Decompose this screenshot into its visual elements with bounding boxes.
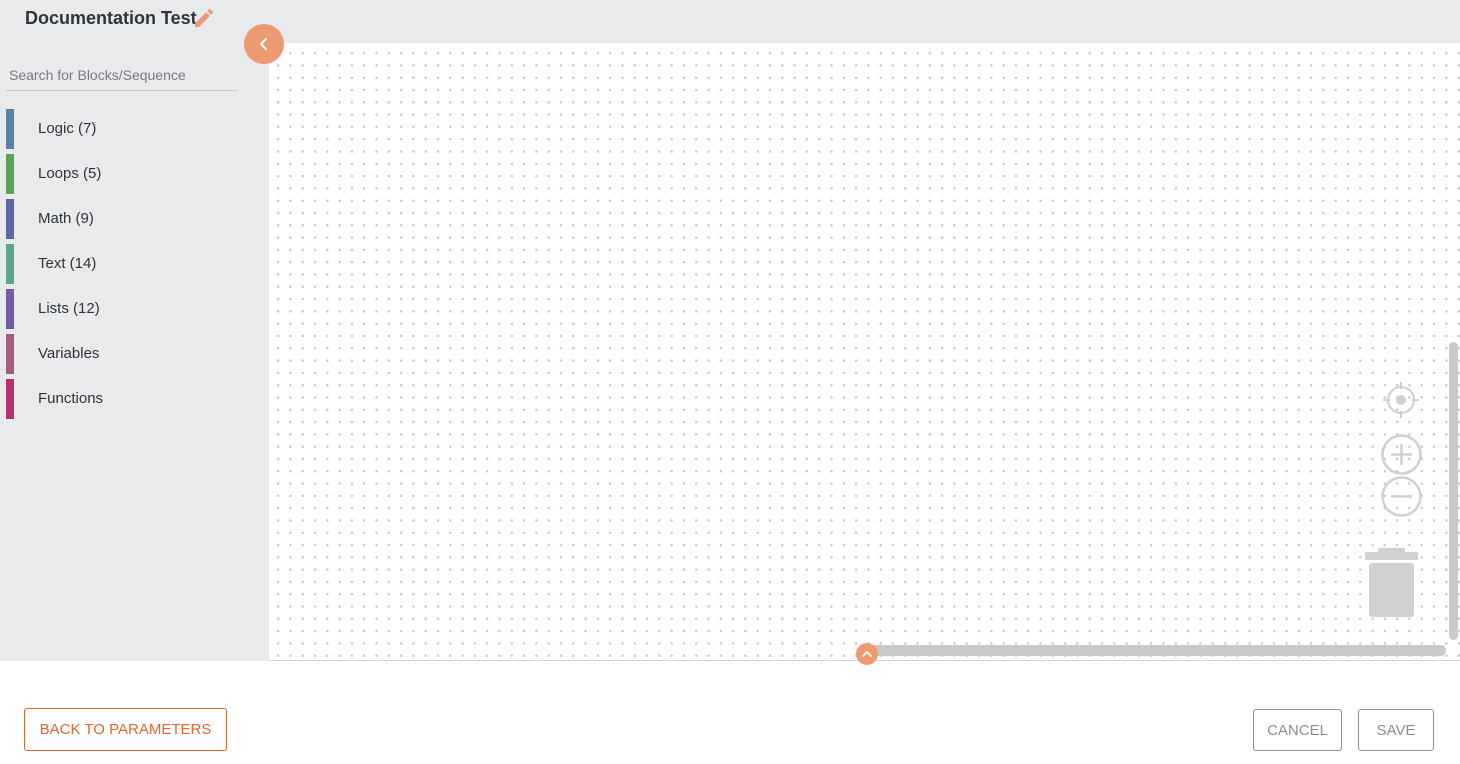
- back-to-parameters-button[interactable]: BACK TO PARAMETERS: [24, 708, 227, 751]
- category-label: Variables: [38, 345, 100, 362]
- vertical-scrollbar[interactable]: [1449, 342, 1458, 640]
- page-title: Documentation Test: [25, 8, 197, 28]
- zoom-in-icon[interactable]: [1380, 433, 1423, 476]
- trash-icon[interactable]: [1364, 548, 1419, 618]
- pencil-icon[interactable]: [192, 6, 216, 30]
- header-bar: Documentation Test: [0, 0, 1460, 43]
- category-label: Functions: [38, 390, 104, 407]
- horizontal-scroll-handle[interactable]: [856, 643, 878, 665]
- blocks-sidebar: Logic (7) Loops (5) Math (9) Text (14) L…: [0, 43, 269, 661]
- category-label: Text (14): [38, 255, 97, 272]
- category-text[interactable]: Text (14): [6, 244, 256, 284]
- category-label: Math (9): [38, 210, 94, 227]
- search-input[interactable]: [6, 60, 238, 91]
- category-label: Logic (7): [38, 120, 97, 137]
- category-label: Lists (12): [38, 300, 100, 317]
- category-color-bar: [6, 289, 14, 329]
- category-logic[interactable]: Logic (7): [6, 109, 256, 149]
- collapse-sidebar-button[interactable]: [244, 24, 284, 64]
- save-button[interactable]: SAVE: [1358, 709, 1434, 751]
- category-color-bar: [6, 334, 14, 374]
- category-color-bar: [6, 199, 14, 239]
- recenter-icon[interactable]: [1382, 381, 1420, 419]
- category-lists[interactable]: Lists (12): [6, 289, 256, 329]
- category-color-bar: [6, 379, 14, 419]
- chevron-left-icon: [260, 38, 267, 50]
- category-loops[interactable]: Loops (5): [6, 154, 256, 194]
- category-color-bar: [6, 154, 14, 194]
- category-math[interactable]: Math (9): [6, 199, 256, 239]
- category-label: Loops (5): [38, 165, 102, 182]
- zoom-out-icon[interactable]: [1380, 475, 1423, 518]
- chevron-up-icon: [862, 651, 872, 657]
- cancel-button[interactable]: CANCEL: [1253, 709, 1342, 751]
- blocks-workspace[interactable]: [269, 43, 1460, 661]
- category-variables[interactable]: Variables: [6, 334, 256, 374]
- category-color-bar: [6, 244, 14, 284]
- horizontal-scrollbar[interactable]: [869, 645, 1446, 656]
- category-color-bar: [6, 109, 14, 149]
- category-functions[interactable]: Functions: [6, 379, 256, 419]
